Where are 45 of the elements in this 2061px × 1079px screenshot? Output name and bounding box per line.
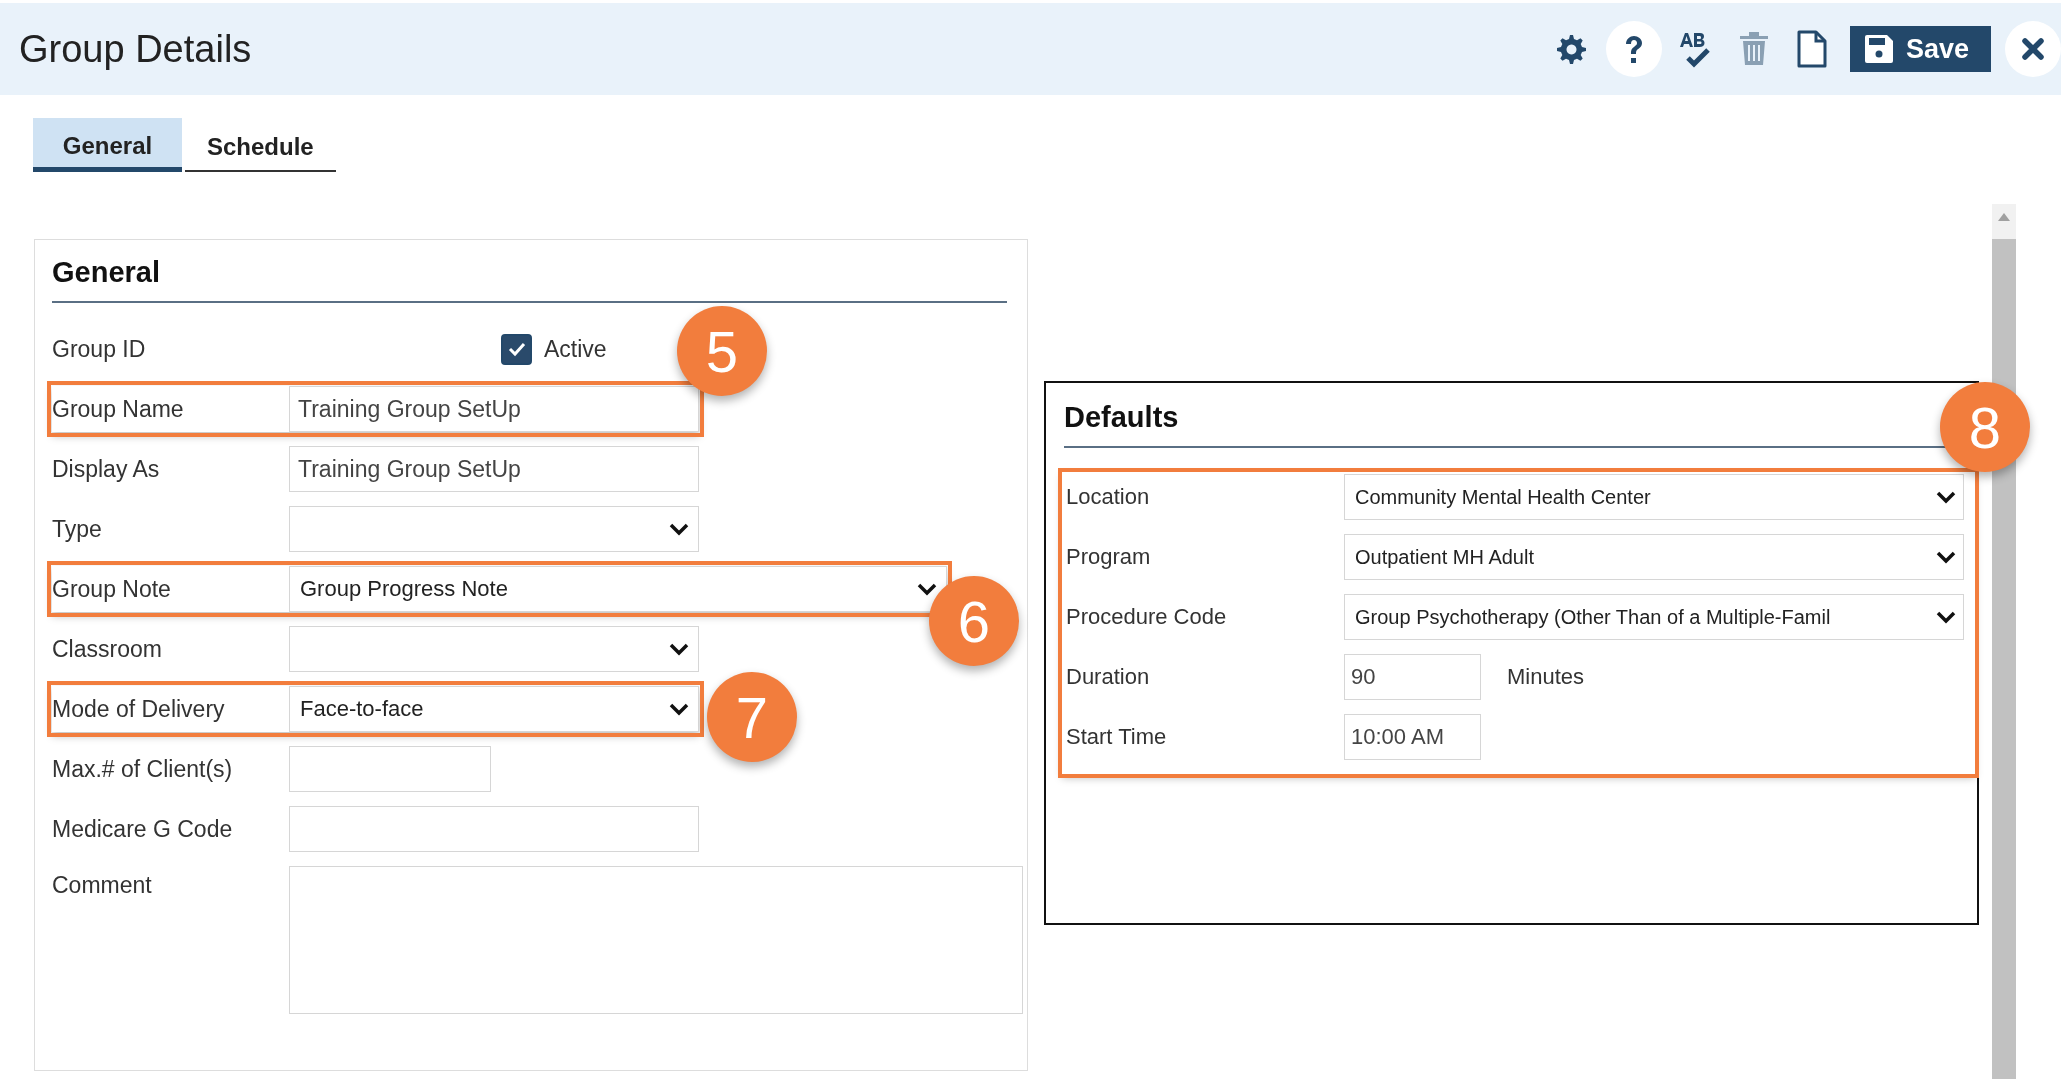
dropdown[interactable] [289, 506, 699, 552]
step-number-badge: 7 [707, 672, 797, 762]
section-title: General [52, 256, 1007, 303]
input-field[interactable]: 90 [1344, 654, 1481, 700]
tab[interactable]: Schedule [185, 118, 336, 172]
field-label: Group ID [52, 335, 147, 363]
input-field[interactable]: 10:00 AM [1344, 714, 1481, 760]
dropdown[interactable]: Group Psychotherapy (Other Than of a Multiple-Famil [1344, 594, 1964, 640]
dropdown[interactable]: Community Mental Health Center [1344, 474, 1964, 520]
input-field[interactable] [289, 746, 491, 792]
field-label: Max.# of Client(s) [52, 755, 234, 783]
document-icon [1795, 30, 1828, 68]
field-label: Medicare G Code [52, 815, 234, 843]
input-field[interactable]: Training Group SetUp [289, 386, 699, 432]
window-title: Group Details [19, 27, 253, 71]
close-button[interactable] [2005, 21, 2061, 77]
field-label: Group Note [52, 575, 172, 603]
scroll-up-icon[interactable] [1998, 213, 2010, 221]
close-icon [2020, 36, 2046, 62]
field-label: Procedure Code [1066, 604, 1228, 630]
input-field[interactable] [289, 806, 699, 852]
dropdown[interactable]: Face-to-face [289, 686, 699, 732]
field-label: Group Name [52, 395, 185, 423]
field-label: Type [52, 515, 103, 543]
field-label: Start Time [1066, 724, 1168, 750]
step-number-badge: 8 [1940, 382, 2030, 472]
trash-icon [1737, 31, 1770, 67]
checkbox-label: Active [544, 335, 607, 363]
dropdown[interactable] [289, 626, 699, 672]
dropdown[interactable]: Group Progress Note [289, 566, 947, 612]
unit-label: Minutes [1507, 664, 1585, 690]
save-button[interactable]: Save [1849, 26, 1991, 72]
tab[interactable]: General [33, 118, 182, 172]
field-label: Duration [1066, 664, 1151, 690]
field-label: Location [1066, 484, 1151, 510]
field-label: Display As [52, 455, 161, 483]
checkbox[interactable] [501, 333, 532, 365]
field-label: Program [1066, 544, 1152, 570]
field-label: Comment [52, 872, 153, 899]
dropdown[interactable]: Outpatient MH Adult [1344, 534, 1964, 580]
step-number-badge: 6 [929, 576, 1019, 666]
step-number-badge: 5 [677, 306, 767, 396]
input-field[interactable]: Training Group SetUp [289, 446, 699, 492]
field-label: Classroom [52, 635, 163, 663]
field-label: Mode of Delivery [52, 695, 226, 723]
